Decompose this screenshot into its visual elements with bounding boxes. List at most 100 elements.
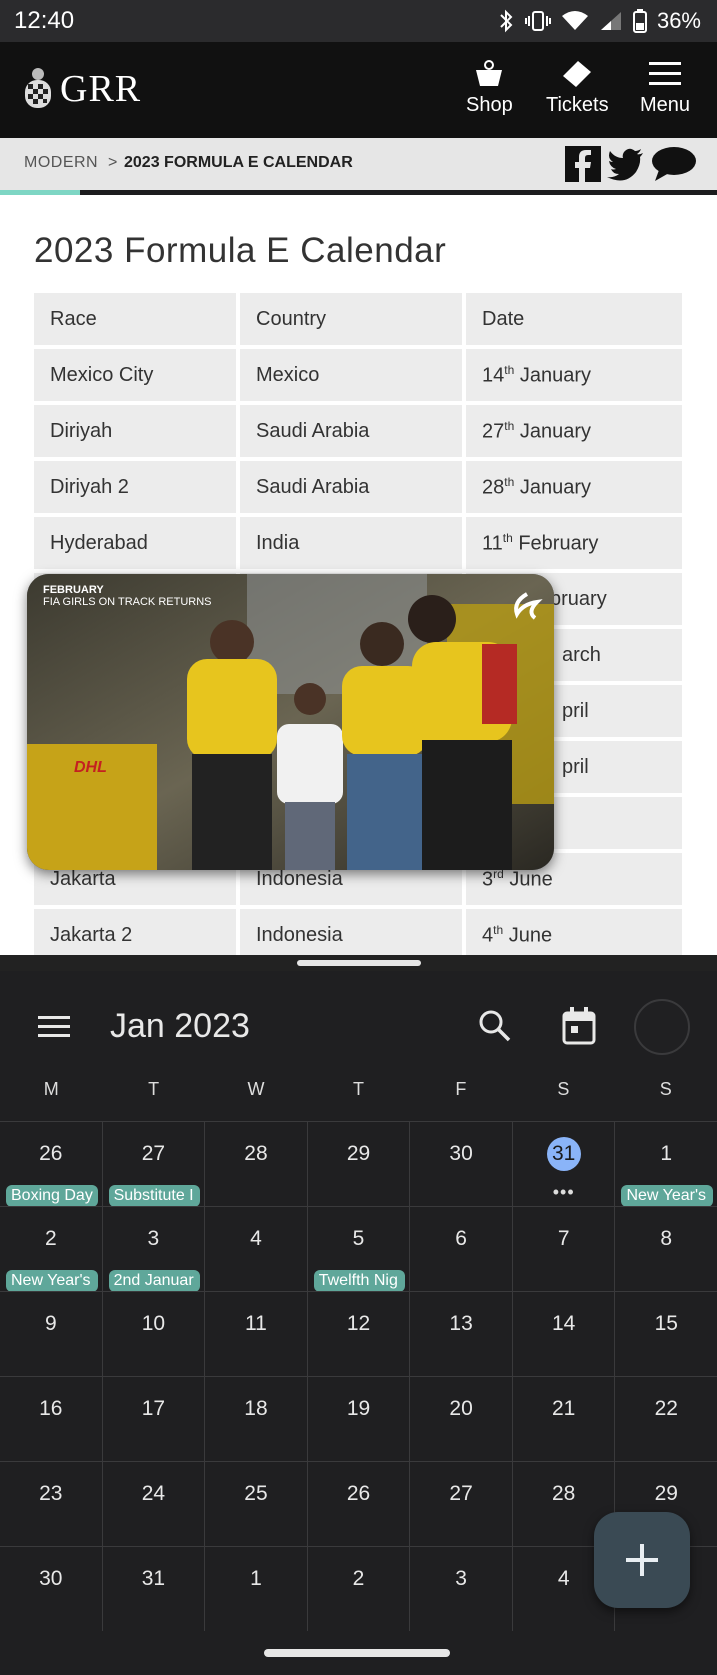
shop-button[interactable]: Shop: [466, 60, 513, 117]
day-cell[interactable]: 26 Boxing Day: [0, 1122, 102, 1207]
event-chip[interactable]: Twelfth Nig: [313, 1270, 406, 1292]
day-number: 23: [39, 1482, 63, 1505]
month-title[interactable]: Jan 2023: [110, 1007, 250, 1046]
search-icon[interactable]: [478, 1009, 512, 1043]
day-number: 2: [44, 1227, 57, 1250]
split-screen-handle[interactable]: [297, 960, 421, 966]
day-cell[interactable]: 27: [409, 1462, 512, 1546]
day-number: 30: [39, 1567, 63, 1590]
svg-text:DHL: DHL: [74, 759, 107, 776]
column-header: Race: [34, 293, 236, 345]
crest-icon: [25, 68, 51, 108]
home-indicator[interactable]: [264, 1649, 450, 1657]
split-screen-divider[interactable]: [0, 955, 717, 971]
week-row: 26 Boxing Day 27 Substitute I 28 29 30 31 •…: [0, 1121, 717, 1207]
day-cell[interactable]: 23: [0, 1462, 102, 1546]
day-cell[interactable]: 1: [204, 1547, 307, 1631]
tickets-button[interactable]: Tickets: [546, 60, 609, 117]
date-day: 11: [482, 532, 503, 555]
day-cell[interactable]: 28: [204, 1122, 307, 1206]
table-header-row: Race Country Date: [34, 293, 682, 345]
day-cell[interactable]: 31 •••: [511, 1122, 615, 1206]
facebook-icon[interactable]: [565, 146, 601, 182]
create-event-button[interactable]: [594, 1512, 690, 1608]
date-suffix: th: [504, 362, 515, 377]
avatar[interactable]: [634, 999, 690, 1055]
day-cell[interactable]: 7: [511, 1207, 615, 1291]
menu-button[interactable]: Menu: [640, 60, 690, 117]
status-icons: 36%: [497, 8, 701, 34]
day-cell[interactable]: 1 New Year's: [614, 1122, 717, 1207]
video-player[interactable]: DHL FEBRUARY FIA GIRLS ON TRACK RETURNS: [27, 574, 554, 870]
day-cell[interactable]: 20: [409, 1377, 512, 1461]
day-cell[interactable]: 15: [614, 1292, 717, 1376]
day-cell[interactable]: 21: [511, 1377, 615, 1461]
day-cell[interactable]: 2 New Year's: [0, 1207, 102, 1292]
day-cell[interactable]: 3 2nd Januar: [101, 1207, 205, 1292]
hamburger-icon: [649, 62, 682, 85]
weekday-header: M T W T F S S: [0, 1079, 717, 1100]
weekday-label: S: [659, 1079, 672, 1099]
day-cell[interactable]: 29: [306, 1122, 410, 1206]
day-cell[interactable]: 13: [409, 1292, 512, 1376]
day-cell[interactable]: 30: [409, 1122, 512, 1206]
country-cell: Saudi Arabia: [240, 405, 462, 457]
column-header: Date: [466, 293, 682, 345]
day-cell[interactable]: 22: [614, 1377, 717, 1461]
calendar-today-icon[interactable]: [562, 1007, 596, 1045]
vibrate-icon: [524, 11, 551, 31]
day-cell[interactable]: 18: [204, 1377, 307, 1461]
day-cell[interactable]: 14: [511, 1292, 615, 1376]
weekday-label: T: [352, 1079, 364, 1099]
race-cell: Hyderabad: [34, 517, 236, 569]
more-events-indicator[interactable]: •••: [513, 1182, 615, 1203]
twitter-icon[interactable]: [607, 146, 645, 182]
grr-logo[interactable]: GRR: [22, 66, 141, 112]
day-number: 27: [449, 1482, 473, 1505]
day-cell[interactable]: 5 Twelfth Nig: [306, 1207, 410, 1292]
country-cell: India: [240, 517, 462, 569]
day-cell[interactable]: 12: [306, 1292, 410, 1376]
day-cell[interactable]: 3: [409, 1547, 512, 1631]
battery-icon: [632, 9, 647, 33]
weekday-label: W: [247, 1079, 265, 1099]
video-title: FIA GIRLS ON TRACK RETURNS: [43, 596, 212, 608]
day-cell[interactable]: 2: [306, 1547, 410, 1631]
breadcrumb-parent-link[interactable]: MODERN: [24, 154, 98, 172]
day-cell[interactable]: 25: [204, 1462, 307, 1546]
day-cell[interactable]: 17: [101, 1377, 205, 1461]
country-cell: Saudi Arabia: [240, 461, 462, 513]
day-cell[interactable]: 4: [204, 1207, 307, 1291]
day-cell[interactable]: 30: [0, 1547, 102, 1631]
date-cell: 11th February: [466, 517, 682, 569]
comment-icon[interactable]: [651, 146, 697, 182]
day-cell[interactable]: 16: [0, 1377, 102, 1461]
status-time: 12:40: [14, 7, 75, 34]
day-number: 28: [552, 1482, 576, 1505]
day-number: 30: [449, 1142, 473, 1165]
day-cell[interactable]: 26: [306, 1462, 410, 1546]
day-cell[interactable]: 24: [101, 1462, 205, 1546]
day-cell[interactable]: 8: [614, 1207, 717, 1291]
event-chip[interactable]: 2nd Januar: [108, 1270, 201, 1292]
column-header: Country: [240, 293, 462, 345]
day-cell[interactable]: 6: [409, 1207, 512, 1291]
day-number: 16: [39, 1397, 63, 1420]
breadcrumb-current: 2023 FORMULA E CALENDAR: [124, 154, 353, 171]
event-chip[interactable]: New Year's: [621, 1185, 714, 1207]
day-cell[interactable]: 19: [306, 1377, 410, 1461]
video-thumbnail-image: DHL: [27, 574, 554, 870]
hamburger-icon[interactable]: [38, 1015, 70, 1039]
day-cell[interactable]: 10: [101, 1292, 205, 1376]
event-chip[interactable]: Boxing Day: [6, 1185, 98, 1207]
event-chip[interactable]: Substitute I: [108, 1185, 201, 1207]
day-cell[interactable]: 31: [101, 1547, 205, 1631]
week-row: 16 17 18 19 20 21 22: [0, 1376, 717, 1461]
table-row: Diriyah Saudi Arabia 27th January: [34, 405, 682, 457]
event-chip[interactable]: New Year's: [6, 1270, 98, 1292]
day-cell[interactable]: 27 Substitute I: [101, 1122, 205, 1207]
day-cell[interactable]: 11: [204, 1292, 307, 1376]
date-day: 27: [482, 420, 505, 443]
day-number: 4: [250, 1227, 262, 1250]
day-cell[interactable]: 9: [0, 1292, 102, 1376]
